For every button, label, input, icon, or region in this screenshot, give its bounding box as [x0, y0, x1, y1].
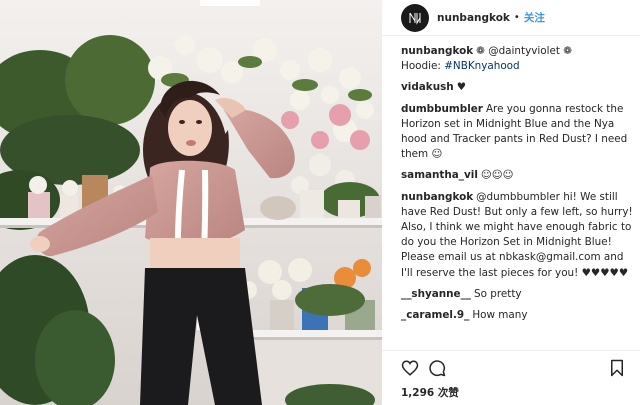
comment-username[interactable]: samantha_vil [401, 169, 478, 181]
instagram-post: nunbangkok • 关注 nunbangkok ❁ @daintyviole… [0, 0, 640, 405]
avatar[interactable] [401, 3, 429, 32]
action-bar [382, 350, 640, 378]
comment: nunbangkok @dumbbumbler hi! We still have… [401, 190, 633, 281]
comment: _caramel.9_ How many [401, 308, 633, 323]
save-button[interactable] [608, 359, 626, 377]
comment-mention[interactable]: @dumbbumbler [476, 191, 560, 203]
likes-count[interactable]: 1,296 次赞 [401, 385, 459, 400]
comment-username[interactable]: dumbbumbler [401, 103, 483, 115]
comment-username[interactable]: nunbangkok [401, 191, 473, 203]
brand-logo-icon [409, 12, 421, 25]
post-sidebar: nunbangkok • 关注 nunbangkok ❁ @daintyviole… [382, 0, 640, 405]
comment: vidakush ♥ [401, 80, 633, 95]
comment-text: How many [472, 309, 528, 322]
comment-text: ♥ [456, 81, 467, 94]
comment: samantha_vil ☺☺☺ [401, 168, 633, 183]
post-photo[interactable] [0, 0, 382, 405]
caption-hashtag[interactable]: #NBKnyahood [444, 60, 519, 72]
post-author-username[interactable]: nunbangkok [437, 12, 510, 24]
heart-icon [401, 360, 419, 376]
flower-emoji: ❁ [563, 45, 573, 57]
bookmark-icon [611, 359, 623, 377]
follow-button[interactable]: 关注 [524, 10, 545, 25]
comment-username[interactable]: nunbangkok [401, 45, 473, 57]
comment-button[interactable] [428, 359, 446, 377]
comment-icon [429, 360, 446, 377]
comment-caption: nunbangkok ❁ @daintyviolet ❁ Hoodie: #NBK… [401, 44, 633, 74]
like-button[interactable] [401, 359, 419, 377]
comment-text: ☺☺☺ [480, 169, 514, 182]
comments-list: nunbangkok ❁ @daintyviolet ❁ Hoodie: #NBK… [401, 44, 633, 329]
flower-emoji: ❁ [476, 45, 485, 57]
comment-text: So pretty [474, 287, 522, 300]
comment-mention[interactable]: @daintyviolet [488, 45, 560, 57]
post-image [0, 0, 382, 405]
post-header: nunbangkok • 关注 [382, 0, 640, 36]
comment-username[interactable]: _caramel.9_ [401, 309, 469, 321]
comment-username[interactable]: vidakush [401, 81, 454, 93]
separator-dot: • [513, 12, 520, 23]
comment: dumbbumbler Are you gonna restock the Hor… [401, 102, 633, 163]
comment-username[interactable]: __shyanne__ [401, 288, 471, 300]
comment: __shyanne__ So pretty [401, 287, 633, 302]
comment-text: hi! We still have Red Dust! But only a f… [401, 190, 633, 279]
caption-hoodie-label: Hoodie: [401, 60, 445, 73]
